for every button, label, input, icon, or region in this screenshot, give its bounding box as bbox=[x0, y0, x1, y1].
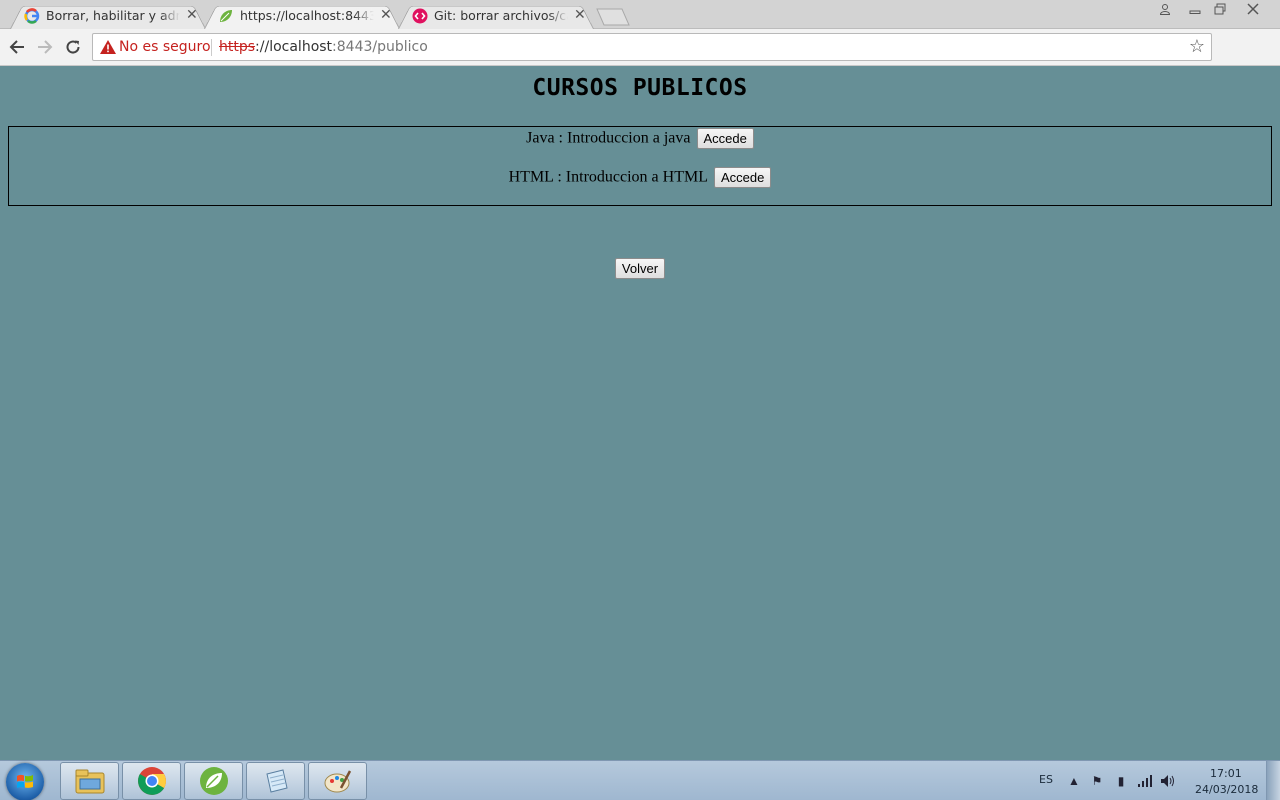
back-arrow-icon[interactable] bbox=[6, 36, 28, 58]
windows-logo-icon bbox=[17, 774, 33, 788]
tab-git[interactable]: Git: borrar archivos/carpetas ✕ bbox=[398, 2, 594, 29]
courses-container: Java : Introduccion a java Accede HTML :… bbox=[8, 126, 1272, 206]
network-signal-icon[interactable] bbox=[1137, 774, 1153, 788]
url-path: :8443/publico bbox=[332, 39, 428, 55]
browser-toolbar: No es seguro https://localhost:8443/publ… bbox=[0, 29, 1280, 85]
back-button-wrapper: Volver bbox=[0, 258, 1280, 279]
address-bar[interactable]: No es seguro https://localhost:8443/publ… bbox=[92, 33, 1212, 61]
windows-taskbar: ES ▲ ⚑ ▮ 17:01 24/03/2018 bbox=[0, 760, 1280, 800]
notepad-icon[interactable] bbox=[246, 762, 305, 800]
chrome-icon[interactable] bbox=[122, 762, 181, 800]
power-icon[interactable]: ▮ bbox=[1113, 774, 1129, 788]
language-indicator[interactable]: ES bbox=[1039, 773, 1053, 786]
paint-icon[interactable] bbox=[308, 762, 367, 800]
close-window-icon[interactable] bbox=[1240, 0, 1266, 18]
start-button[interactable] bbox=[6, 763, 44, 800]
new-tab-button[interactable] bbox=[596, 8, 630, 26]
tab-localhost-publico[interactable]: https://localhost:8443/publico ✕ bbox=[204, 2, 400, 29]
course-item: Java : Introduccion a java Accede bbox=[9, 128, 1271, 149]
tab-title: https://localhost:8443/publico bbox=[240, 8, 374, 23]
course-label: HTML : Introduccion a HTML bbox=[508, 168, 708, 186]
security-status[interactable]: No es seguro bbox=[119, 39, 211, 55]
file-explorer-icon[interactable] bbox=[60, 762, 119, 800]
course-label: Java : Introduccion a java bbox=[526, 129, 691, 147]
forward-arrow-icon[interactable] bbox=[34, 36, 56, 58]
close-icon[interactable]: ✕ bbox=[186, 6, 198, 23]
minimize-icon[interactable] bbox=[1182, 0, 1208, 18]
page-title: CURSOS PUBLICOS bbox=[532, 75, 748, 101]
course-item: HTML : Introduccion a HTML Accede bbox=[9, 167, 1271, 188]
spring-icon[interactable] bbox=[184, 762, 243, 800]
page-body: CURSOS PUBLICOS Java : Introduccion a ja… bbox=[0, 67, 1280, 760]
clock-time[interactable]: 17:01 bbox=[1210, 767, 1242, 780]
action-center-flag-icon[interactable]: ⚑ bbox=[1089, 774, 1105, 788]
volver-button[interactable]: Volver bbox=[614, 258, 666, 279]
close-icon[interactable]: ✕ bbox=[380, 6, 392, 23]
accede-button-html[interactable]: Accede bbox=[713, 167, 772, 188]
tab-strip: Borrar, habilitar y administrar ✕ https:… bbox=[0, 0, 1280, 29]
url-scheme: https bbox=[219, 39, 256, 55]
tab-borrar[interactable]: Borrar, habilitar y administrar ✕ bbox=[10, 2, 206, 29]
clock-date[interactable]: 24/03/2018 bbox=[1195, 783, 1258, 796]
url-text[interactable]: https://localhost:8443/publico bbox=[219, 39, 428, 55]
tab-title: Git: borrar archivos/carpetas bbox=[434, 8, 568, 23]
google-icon bbox=[24, 8, 40, 24]
divider bbox=[211, 39, 212, 56]
show-hidden-icons-icon[interactable]: ▲ bbox=[1066, 774, 1082, 788]
tab-title: Borrar, habilitar y administrar bbox=[46, 8, 180, 23]
git-icon bbox=[412, 8, 428, 24]
restore-icon[interactable] bbox=[1207, 0, 1233, 18]
close-icon[interactable]: ✕ bbox=[574, 6, 586, 23]
show-desktop-button[interactable] bbox=[1266, 761, 1280, 800]
spring-leaf-icon bbox=[220, 10, 232, 22]
warning-icon bbox=[100, 40, 116, 54]
url-host: ://localhost bbox=[255, 39, 333, 55]
profile-icon[interactable] bbox=[1152, 0, 1178, 18]
volume-icon[interactable] bbox=[1160, 774, 1176, 788]
bookmark-star-icon[interactable]: ☆ bbox=[1189, 36, 1205, 57]
accede-button-java[interactable]: Accede bbox=[696, 128, 754, 149]
reload-icon[interactable] bbox=[62, 36, 84, 58]
